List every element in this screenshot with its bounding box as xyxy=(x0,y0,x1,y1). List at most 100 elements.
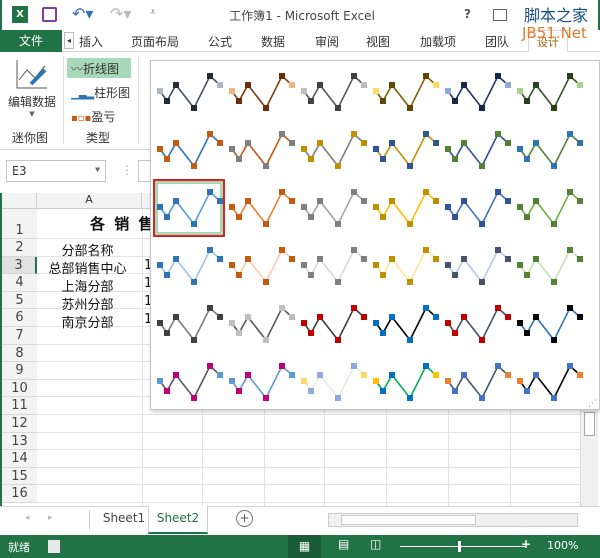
tab-insert[interactable]: 插入 xyxy=(79,33,103,50)
row-header-9[interactable]: 9 xyxy=(2,362,37,380)
row-header-1[interactable]: 1 xyxy=(2,209,37,239)
row-header-3[interactable]: 3 xyxy=(2,256,37,275)
row-header-15[interactable]: 15 xyxy=(2,467,37,486)
sparkline-style-option[interactable] xyxy=(153,295,225,353)
sparkline-marker xyxy=(567,131,573,137)
sparkline-style-option[interactable] xyxy=(297,295,369,353)
sparkline-style-option[interactable] xyxy=(297,237,369,295)
tab-team[interactable]: 团队 xyxy=(485,33,509,50)
sparkline-style-option[interactable] xyxy=(297,121,369,179)
sparkline-style-option[interactable] xyxy=(513,237,585,295)
row-header-6[interactable]: 6 xyxy=(2,309,37,327)
sheet-scroll-right[interactable]: ▸ xyxy=(48,513,53,523)
sparkline-style-option[interactable] xyxy=(369,295,441,353)
sparkline-style-option[interactable] xyxy=(441,295,513,353)
zoom-slider-thumb[interactable] xyxy=(458,541,461,552)
cell-a4[interactable]: 上海分部 xyxy=(35,276,140,295)
sparkline-style-option[interactable] xyxy=(225,237,297,295)
tab-scroll-left[interactable]: ◂ xyxy=(64,32,74,49)
tab-view[interactable]: 视图 xyxy=(366,33,390,50)
sparkline-style-option[interactable] xyxy=(225,63,297,121)
sparkline-style-option[interactable] xyxy=(153,63,225,121)
zoom-level[interactable]: 100% xyxy=(547,539,578,552)
tab-formulas[interactable]: 公式 xyxy=(208,33,232,50)
page-layout-view-button[interactable]: ▤ xyxy=(338,537,349,551)
sheet-tab-sheet2[interactable]: Sheet2 xyxy=(148,506,208,534)
row-header-12[interactable]: 12 xyxy=(2,415,37,433)
line-type-button[interactable]: 〰折线图 xyxy=(67,58,131,78)
cell-a6[interactable]: 南京分部 xyxy=(35,312,140,331)
column-header-a[interactable]: A xyxy=(37,193,142,209)
sparkline-preview xyxy=(229,305,295,343)
sparkline-style-option[interactable] xyxy=(369,121,441,179)
help-button[interactable]: ? xyxy=(464,7,471,21)
sparkline-style-option[interactable] xyxy=(369,237,441,295)
sparkline-marker xyxy=(289,198,295,204)
column-type-button[interactable]: ▁▃▂柱形图 xyxy=(67,82,134,103)
sparkline-style-option[interactable] xyxy=(225,295,297,353)
horizontal-scrollbar[interactable] xyxy=(328,513,578,527)
ribbon-display-icon[interactable] xyxy=(493,9,507,21)
cell-a3[interactable]: 总部销售中心 xyxy=(35,258,140,277)
sparkline-style-option[interactable] xyxy=(297,353,369,411)
sparkline-style-option[interactable] xyxy=(369,353,441,411)
sparkline-style-option[interactable] xyxy=(369,179,441,237)
sparkline-style-option[interactable] xyxy=(153,121,225,179)
winloss-type-button[interactable]: ▪▫▪盈亏 xyxy=(67,106,119,127)
sparkline-style-option[interactable] xyxy=(441,179,513,237)
sheet-tab-sheet1[interactable]: Sheet1 xyxy=(100,511,148,525)
sparkline-style-option[interactable] xyxy=(369,63,441,121)
row-header-8[interactable]: 8 xyxy=(2,344,37,363)
sparkline-style-option[interactable] xyxy=(513,295,585,353)
row-header-16[interactable]: 16 xyxy=(2,485,37,503)
sparkline-style-option[interactable] xyxy=(513,63,585,121)
row-header-2[interactable]: 2 xyxy=(2,239,37,257)
sparkline-style-option[interactable] xyxy=(225,121,297,179)
select-all-corner[interactable] xyxy=(2,193,37,209)
sparkline-style-option[interactable] xyxy=(153,237,225,295)
sparkline-marker xyxy=(479,395,485,401)
sparkline-style-option[interactable] xyxy=(441,353,513,411)
sparkline-style-option[interactable] xyxy=(441,63,513,121)
row-header-14[interactable]: 14 xyxy=(2,450,37,468)
tab-data[interactable]: 数据 xyxy=(261,33,285,50)
tab-page-layout[interactable]: 页面布局 xyxy=(131,33,179,50)
row-header-7[interactable]: 7 xyxy=(2,327,37,345)
sparkline-style-option[interactable] xyxy=(297,63,369,121)
cell-a5[interactable]: 苏州分部 xyxy=(35,294,140,313)
edit-data-button[interactable]: 编辑数据 ▼ xyxy=(4,58,60,118)
sparkline-style-option[interactable] xyxy=(225,353,297,411)
macro-record-icon[interactable] xyxy=(48,540,60,553)
page-break-view-button[interactable]: ◫ xyxy=(370,537,381,551)
vertical-scrollbar[interactable] xyxy=(580,410,598,506)
tab-addins[interactable]: 加载项 xyxy=(420,33,456,50)
sparkline-style-option[interactable] xyxy=(441,121,513,179)
row-header-10[interactable]: 10 xyxy=(2,379,37,398)
sparkline-marker xyxy=(335,163,341,169)
tab-file[interactable]: 文件 xyxy=(0,30,62,52)
row-header-4[interactable]: 4 xyxy=(2,274,37,292)
gallery-resize-handle[interactable]: ⋰ xyxy=(588,399,597,409)
sparkline-style-option[interactable] xyxy=(153,179,225,237)
zoom-in-button[interactable]: + xyxy=(521,537,531,551)
row-header-11[interactable]: 11 xyxy=(2,397,37,415)
sparkline-style-option[interactable] xyxy=(513,353,585,411)
name-box[interactable]: E3 ▼ xyxy=(6,160,106,182)
zoom-slider[interactable] xyxy=(400,541,525,552)
sparkline-style-option[interactable] xyxy=(513,121,585,179)
scroll-thumb[interactable] xyxy=(341,515,476,525)
sparkline-style-option[interactable] xyxy=(225,179,297,237)
row-header-5[interactable]: 5 xyxy=(2,291,37,310)
scroll-thumb[interactable] xyxy=(584,412,595,436)
sparkline-style-option[interactable] xyxy=(513,179,585,237)
sparkline-marker xyxy=(505,372,511,378)
row-header-13[interactable]: 13 xyxy=(2,432,37,451)
sparkline-style-option[interactable] xyxy=(153,353,225,411)
add-sheet-button[interactable]: + xyxy=(236,510,253,527)
cell-a2[interactable]: 分部名称 xyxy=(35,240,140,259)
sparkline-style-option[interactable] xyxy=(441,237,513,295)
normal-view-button[interactable]: ▦ xyxy=(288,535,321,558)
sparkline-style-option[interactable] xyxy=(297,179,369,237)
tab-review[interactable]: 审阅 xyxy=(315,33,339,50)
sheet-scroll-left[interactable]: ◂ xyxy=(25,513,30,523)
